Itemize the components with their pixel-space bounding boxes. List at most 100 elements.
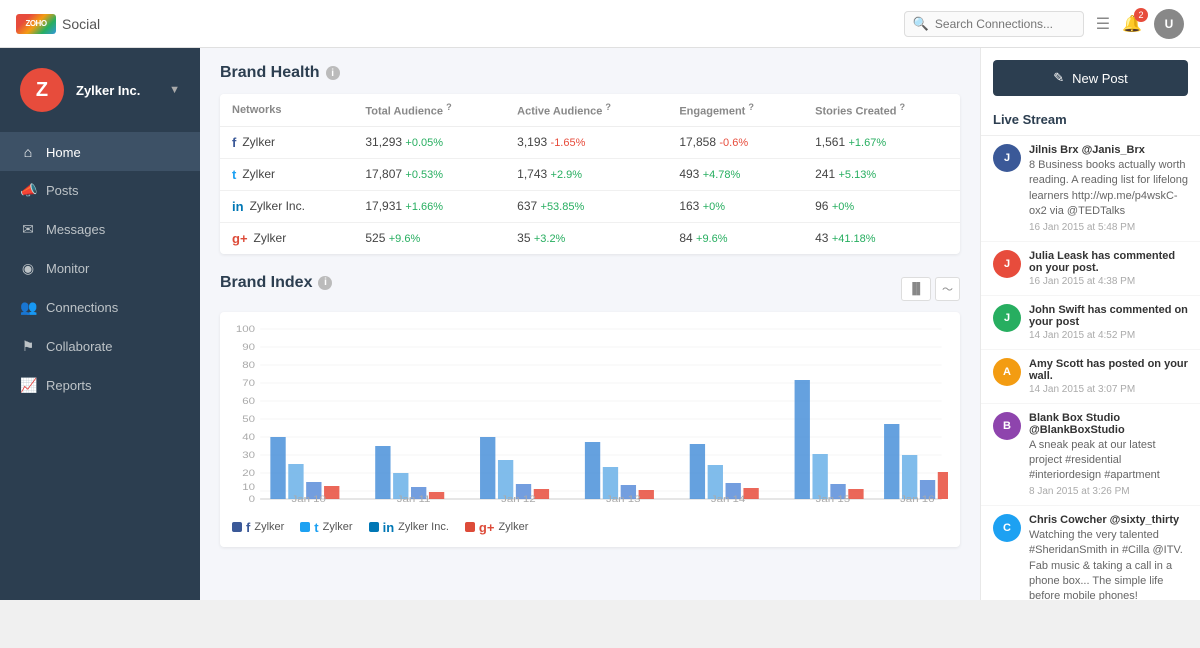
search-input[interactable]	[935, 17, 1075, 31]
svg-text:Jan 14: Jan 14	[711, 495, 746, 504]
stream-item[interactable]: B Blank Box Studio @BlankBoxStudio A sne…	[981, 404, 1200, 506]
stream-name: Chris Cowcher @sixty_thirty	[1029, 514, 1188, 526]
brand-health-table: Networks Total Audience ? Active Audienc…	[220, 94, 960, 254]
live-stream-title: Live Stream	[981, 108, 1200, 136]
svg-text:80: 80	[242, 361, 255, 371]
svg-text:60: 60	[242, 397, 255, 407]
sidebar-item-reports[interactable]: 📈 Reports	[0, 366, 200, 405]
legend-linkedin: in Zylker Inc.	[369, 520, 449, 535]
new-post-button[interactable]: ✎ New Post	[993, 60, 1188, 96]
brand-index-info-icon: i	[318, 276, 332, 290]
chevron-down-icon: ▼	[169, 84, 180, 96]
main-layout: Z Zylker Inc. ▼ ⌂ Home 📣 Posts ✉ Message…	[0, 48, 1200, 600]
gp-legend-icon: g+	[479, 520, 495, 535]
sidebar-item-monitor[interactable]: ◉ Monitor	[0, 249, 200, 288]
stream-avatar: J	[993, 144, 1021, 172]
li-legend-icon: in	[383, 520, 395, 535]
svg-text:Jan 16: Jan 16	[900, 495, 935, 504]
stream-item[interactable]: J John Swift has commented on your post …	[981, 296, 1200, 350]
brand-health-title: Brand Health i	[220, 64, 960, 82]
search-box[interactable]: 🔍	[904, 11, 1084, 37]
sidebar-item-messages[interactable]: ✉ Messages	[0, 210, 200, 249]
total-audience-cell: 525 +9.6%	[353, 222, 505, 254]
table-row: g+Zylker 525 +9.6% 35 +3.2% 84 +9.6% 43 …	[220, 222, 960, 254]
stream-time: 14 Jan 2015 at 3:07 PM	[1029, 384, 1188, 395]
notification-badge[interactable]: 🔔 2	[1122, 14, 1142, 34]
svg-text:100: 100	[236, 325, 255, 335]
stream-avatar: C	[993, 514, 1021, 542]
legend-tw-dot	[300, 522, 310, 532]
stream-name: Amy Scott has posted on your wall.	[1029, 358, 1188, 382]
brand-index-title: Brand Index i	[220, 274, 332, 292]
stream-time: 16 Jan 2015 at 5:48 PM	[1029, 222, 1188, 233]
stream-avatar: A	[993, 358, 1021, 386]
collaborate-icon: ⚑	[20, 338, 36, 355]
stream-content: Julia Leask has commented on your post. …	[1029, 250, 1188, 287]
active-audience-cell: 1,743 +2.9%	[505, 158, 667, 190]
sidebar-item-posts-label: Posts	[46, 183, 79, 198]
total-audience-cell: 17,807 +0.53%	[353, 158, 505, 190]
svg-text:40: 40	[242, 433, 255, 443]
stream-text: A sneak peak at our latest project #resi…	[1029, 438, 1188, 484]
brand-index-header: Brand Index i ▐▌ 〜	[220, 274, 960, 304]
legend-fb-label: Zylker	[254, 521, 284, 533]
chart-legend: f Zylker t Zylker in Zylker Inc.	[232, 512, 948, 535]
legend-li-dot	[369, 522, 379, 532]
stream-item[interactable]: C Chris Cowcher @sixty_thirty Watching t…	[981, 506, 1200, 600]
sidebar-item-messages-label: Messages	[46, 222, 105, 237]
tw-legend-icon: t	[314, 520, 318, 535]
svg-text:Jan 13: Jan 13	[606, 495, 641, 504]
sidebar-item-connections[interactable]: 👥 Connections	[0, 288, 200, 327]
bar-chart-button[interactable]: ▐▌	[901, 277, 931, 301]
legend-tw-label: Zylker	[323, 521, 353, 533]
engagement-cell: 17,858 -0.6%	[667, 126, 803, 158]
stream-item[interactable]: J Julia Leask has commented on your post…	[981, 242, 1200, 296]
fb-legend-icon: f	[246, 520, 250, 535]
stream-text: Watching the very talented #SheridanSmit…	[1029, 528, 1188, 600]
brand-health-section: Brand Health i Networks Total Audience ?…	[220, 64, 960, 254]
legend-li-label: Zylker Inc.	[398, 521, 449, 533]
live-stream-list: J Jilnis Brx @Janis_Brx 8 Business books…	[981, 136, 1200, 600]
sidebar-item-collaborate-label: Collaborate	[46, 339, 113, 354]
legend-facebook: f Zylker	[232, 520, 284, 535]
col-total-audience: Total Audience ?	[353, 94, 505, 126]
sidebar: Z Zylker Inc. ▼ ⌂ Home 📣 Posts ✉ Message…	[0, 48, 200, 600]
legend-fb-dot	[232, 522, 242, 532]
stream-time: 14 Jan 2015 at 4:52 PM	[1029, 330, 1188, 341]
stream-time: 8 Jan 2015 at 3:26 PM	[1029, 486, 1188, 497]
zoho-logo-icon: ZOHO	[16, 14, 56, 34]
sidebar-item-home-label: Home	[46, 145, 81, 160]
stream-item[interactable]: J Jilnis Brx @Janis_Brx 8 Business books…	[981, 136, 1200, 242]
menu-icon[interactable]: ☰	[1096, 14, 1110, 34]
avatar[interactable]: U	[1154, 9, 1184, 39]
engagement-cell: 84 +9.6%	[667, 222, 803, 254]
sidebar-item-posts[interactable]: 📣 Posts	[0, 171, 200, 210]
sidebar-item-reports-label: Reports	[46, 378, 92, 393]
topbar: ZOHO Social 🔍 ☰ 🔔 2 U	[0, 0, 1200, 48]
sidebar-item-home[interactable]: ⌂ Home	[0, 133, 200, 171]
stream-text: 8 Business books actually worth reading.…	[1029, 158, 1188, 220]
svg-text:50: 50	[242, 415, 255, 425]
monitor-icon: ◉	[20, 260, 36, 277]
legend-googleplus: g+ Zylker	[465, 520, 529, 535]
logo-area: ZOHO Social	[16, 14, 100, 34]
svg-text:Jan 10: Jan 10	[291, 495, 326, 504]
edit-icon: ✎	[1053, 70, 1064, 86]
total-audience-cell: 17,931 +1.66%	[353, 190, 505, 222]
brand-health-info-icon: i	[326, 66, 340, 80]
stream-avatar: J	[993, 250, 1021, 278]
stream-item[interactable]: A Amy Scott has posted on your wall. 14 …	[981, 350, 1200, 404]
stream-content: Blank Box Studio @BlankBoxStudio A sneak…	[1029, 412, 1188, 497]
active-audience-cell: 3,193 -1.65%	[505, 126, 667, 158]
col-networks: Networks	[220, 94, 353, 126]
line-chart-button[interactable]: 〜	[935, 277, 960, 301]
stream-name: Blank Box Studio @BlankBoxStudio	[1029, 412, 1188, 436]
stream-content: Jilnis Brx @Janis_Brx 8 Business books a…	[1029, 144, 1188, 233]
profile-section[interactable]: Z Zylker Inc. ▼	[0, 48, 200, 133]
legend-gp-label: Zylker	[498, 521, 528, 533]
profile-avatar: Z	[20, 68, 64, 112]
network-cell: inZylker Inc.	[220, 190, 353, 222]
table-row: tZylker 17,807 +0.53% 1,743 +2.9% 493 +4…	[220, 158, 960, 190]
sidebar-item-collaborate[interactable]: ⚑ Collaborate	[0, 327, 200, 366]
table-row: inZylker Inc. 17,931 +1.66% 637 +53.85% …	[220, 190, 960, 222]
